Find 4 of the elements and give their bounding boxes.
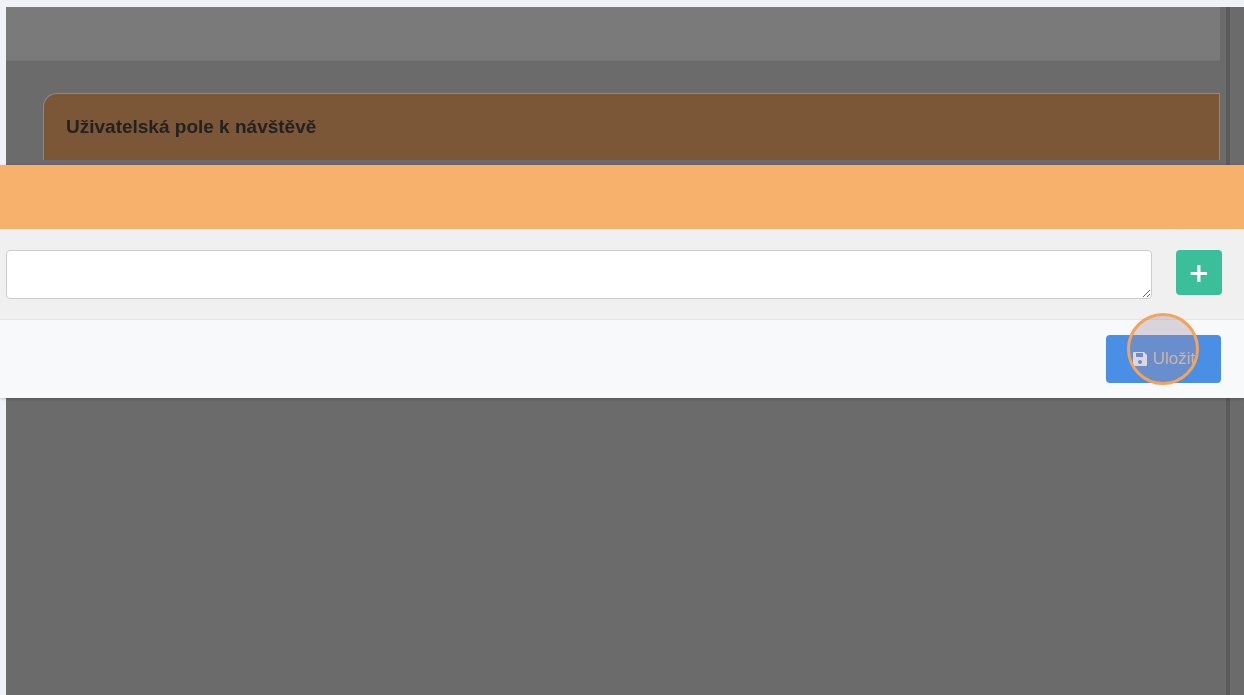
save-button[interactable]: Uložit [1106, 335, 1221, 383]
card-title: Uživatelská pole k návštěvě [66, 116, 317, 137]
add-button[interactable]: + [1176, 250, 1222, 295]
text-field[interactable] [6, 250, 1152, 299]
